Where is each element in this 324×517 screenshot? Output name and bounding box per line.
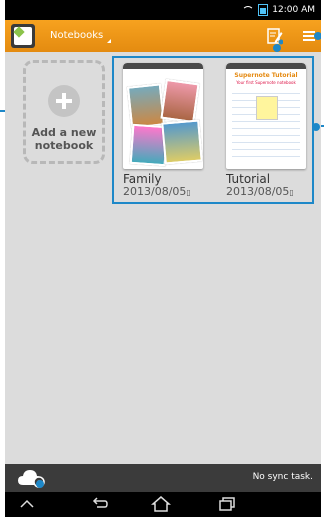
add-notebook-button[interactable]: Add a new notebook (23, 60, 105, 164)
hide-icon: ▯ (186, 188, 191, 197)
hide-keyboard-icon[interactable] (17, 495, 37, 513)
home-icon[interactable] (151, 495, 171, 513)
notebooks-dropdown[interactable]: Notebooks (50, 27, 112, 45)
notebook-date: 2013/08/05▯ (226, 185, 294, 198)
sync-bar: No sync task. (5, 464, 321, 492)
photo-thumbnail (126, 83, 166, 129)
notepad-icon (256, 96, 278, 120)
photo-thumbnail (160, 78, 200, 124)
callout-dot-menu (314, 32, 321, 40)
notebook-cover (123, 63, 203, 169)
add-notebook-label: Add a new notebook (31, 126, 97, 152)
notebooks-dropdown-label: Notebooks (50, 30, 104, 41)
action-bar: Notebooks (5, 20, 321, 52)
notebook-family[interactable]: Family 2013/08/05▯ (123, 63, 203, 199)
back-icon[interactable] (89, 495, 109, 513)
status-time: 12:00 AM (272, 5, 315, 15)
sync-status-text: No sync task. (252, 472, 313, 482)
battery-icon (258, 4, 269, 16)
system-nav-bar (5, 492, 321, 517)
status-bar: 12:00 AM (5, 0, 321, 20)
cover-subtitle: Your first Supernote notebook (236, 80, 296, 85)
hide-icon: ▯ (289, 188, 294, 197)
app-frame: 12:00 AM Notebooks Add a new notebook Fa… (5, 0, 321, 517)
notebook-date: 2013/08/05▯ (123, 185, 191, 198)
callout-dot-notebooks-area (312, 123, 320, 131)
cover-title: Supernote Tutorial (234, 72, 298, 79)
notebook-tutorial[interactable]: Supernote Tutorial Your first Supernote … (226, 63, 306, 199)
new-note-icon[interactable] (267, 27, 283, 45)
notebooks-area: Family 2013/08/05▯ Supernote Tutorial Yo… (112, 56, 320, 204)
callout-dot-sync (36, 480, 44, 488)
wifi-icon (242, 5, 255, 15)
app-icon[interactable] (11, 24, 35, 48)
notebook-cover: Supernote Tutorial Your first Supernote … (226, 63, 306, 169)
chevron-down-icon (107, 39, 112, 43)
callout-dot-edit (273, 44, 281, 52)
photo-thumbnail (161, 119, 203, 165)
recent-apps-icon[interactable] (217, 495, 237, 513)
plus-icon (48, 85, 80, 117)
